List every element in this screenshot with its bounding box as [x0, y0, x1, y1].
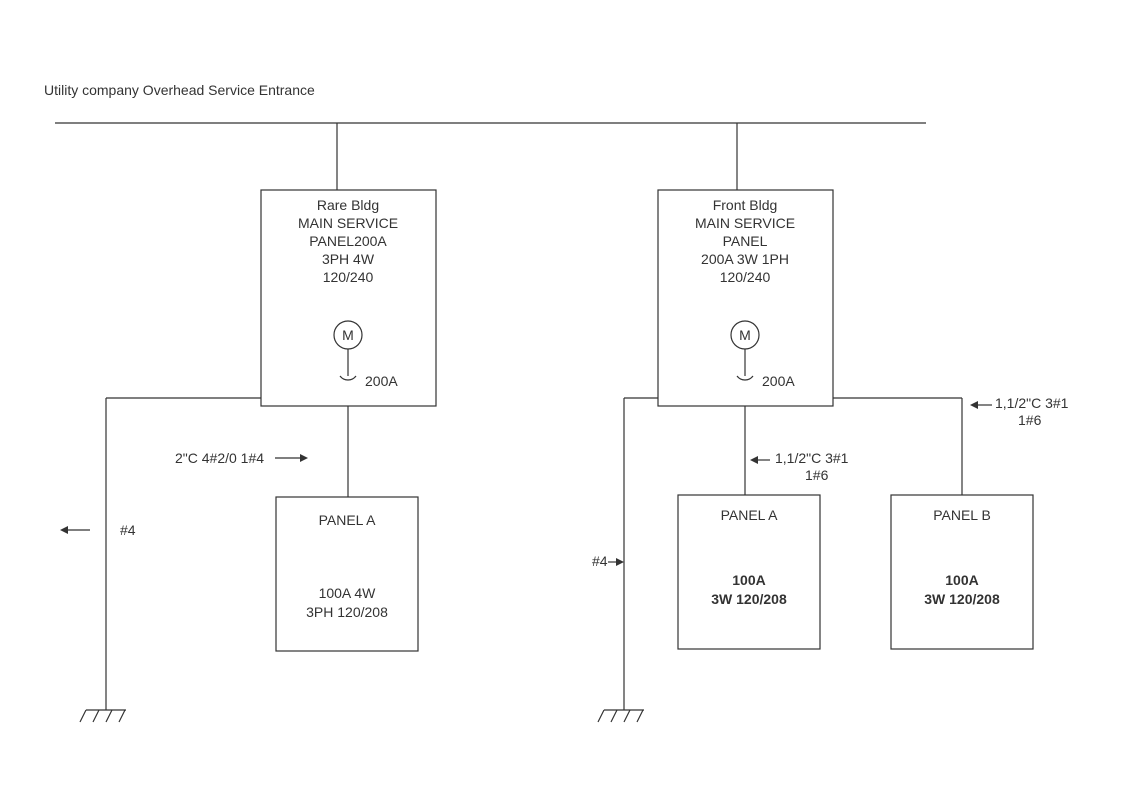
ground2-label: #4 [592, 553, 608, 569]
rare-bldg-line1: Rare Bldg [317, 197, 379, 213]
rare-breaker-rating: 200A [365, 373, 398, 389]
front-bldg-main-panel: Front Bldg MAIN SERVICE PANEL 200A 3W 1P… [658, 190, 833, 406]
front-bldg-line1: Front Bldg [713, 197, 778, 213]
arrow-right-icon [275, 454, 308, 462]
rare-bldg-line3: PANEL200A [309, 233, 387, 249]
panel-b-l1: 100A [945, 572, 978, 588]
panel-b-l2: 3W 120/208 [924, 591, 1000, 607]
panel-b-name: PANEL B [933, 507, 991, 523]
panel-a-left-l2: 3PH 120/208 [306, 604, 388, 620]
feeder1-label: 2"C 4#2/0 1#4 [175, 450, 264, 466]
feeder3-label-a: 1,1/2"C 3#1 [995, 395, 1069, 411]
panel-a-left: PANEL A 100A 4W 3PH 120/208 [276, 497, 418, 651]
rare-main-breaker-label: M [342, 327, 354, 343]
rare-bldg-line5: 120/240 [323, 269, 374, 285]
arrow-left-icon [750, 456, 770, 464]
panel-b: PANEL B 100A 3W 120/208 [891, 495, 1033, 649]
panel-a-right-name: PANEL A [721, 507, 778, 523]
panel-a-right: PANEL A 100A 3W 120/208 [678, 495, 820, 649]
arrow-right-icon [608, 558, 624, 566]
panel-a-right-l2: 3W 120/208 [711, 591, 787, 607]
front-bldg-line4: 200A 3W 1PH [701, 251, 789, 267]
front-bldg-line2: MAIN SERVICE [695, 215, 795, 231]
arrow-left-icon [970, 401, 992, 409]
rare-bldg-main-panel: Rare Bldg MAIN SERVICE PANEL200A 3PH 4W … [261, 190, 436, 406]
panel-a-left-l1: 100A 4W [319, 585, 377, 601]
ground-symbol-icon [80, 710, 126, 722]
electrical-one-line-diagram: Utility company Overhead Service Entranc… [0, 0, 1122, 794]
rare-bldg-line4: 3PH 4W [322, 251, 375, 267]
panel-a-left-name: PANEL A [319, 512, 376, 528]
front-bldg-line3: PANEL [723, 233, 768, 249]
front-breaker-rating: 200A [762, 373, 795, 389]
front-bldg-line5: 120/240 [720, 269, 771, 285]
arrow-left-icon [60, 526, 90, 534]
feeder2-label-a: 1,1/2"C 3#1 [775, 450, 849, 466]
ground1-label: #4 [120, 522, 136, 538]
panel-a-right-l1: 100A [732, 572, 765, 588]
diagram-title: Utility company Overhead Service Entranc… [44, 82, 315, 98]
ground-symbol-icon [598, 710, 644, 722]
feeder2-label-b: 1#6 [805, 467, 829, 483]
front-main-breaker-label: M [739, 327, 751, 343]
feeder3-label-b: 1#6 [1018, 412, 1042, 428]
rare-bldg-line2: MAIN SERVICE [298, 215, 398, 231]
